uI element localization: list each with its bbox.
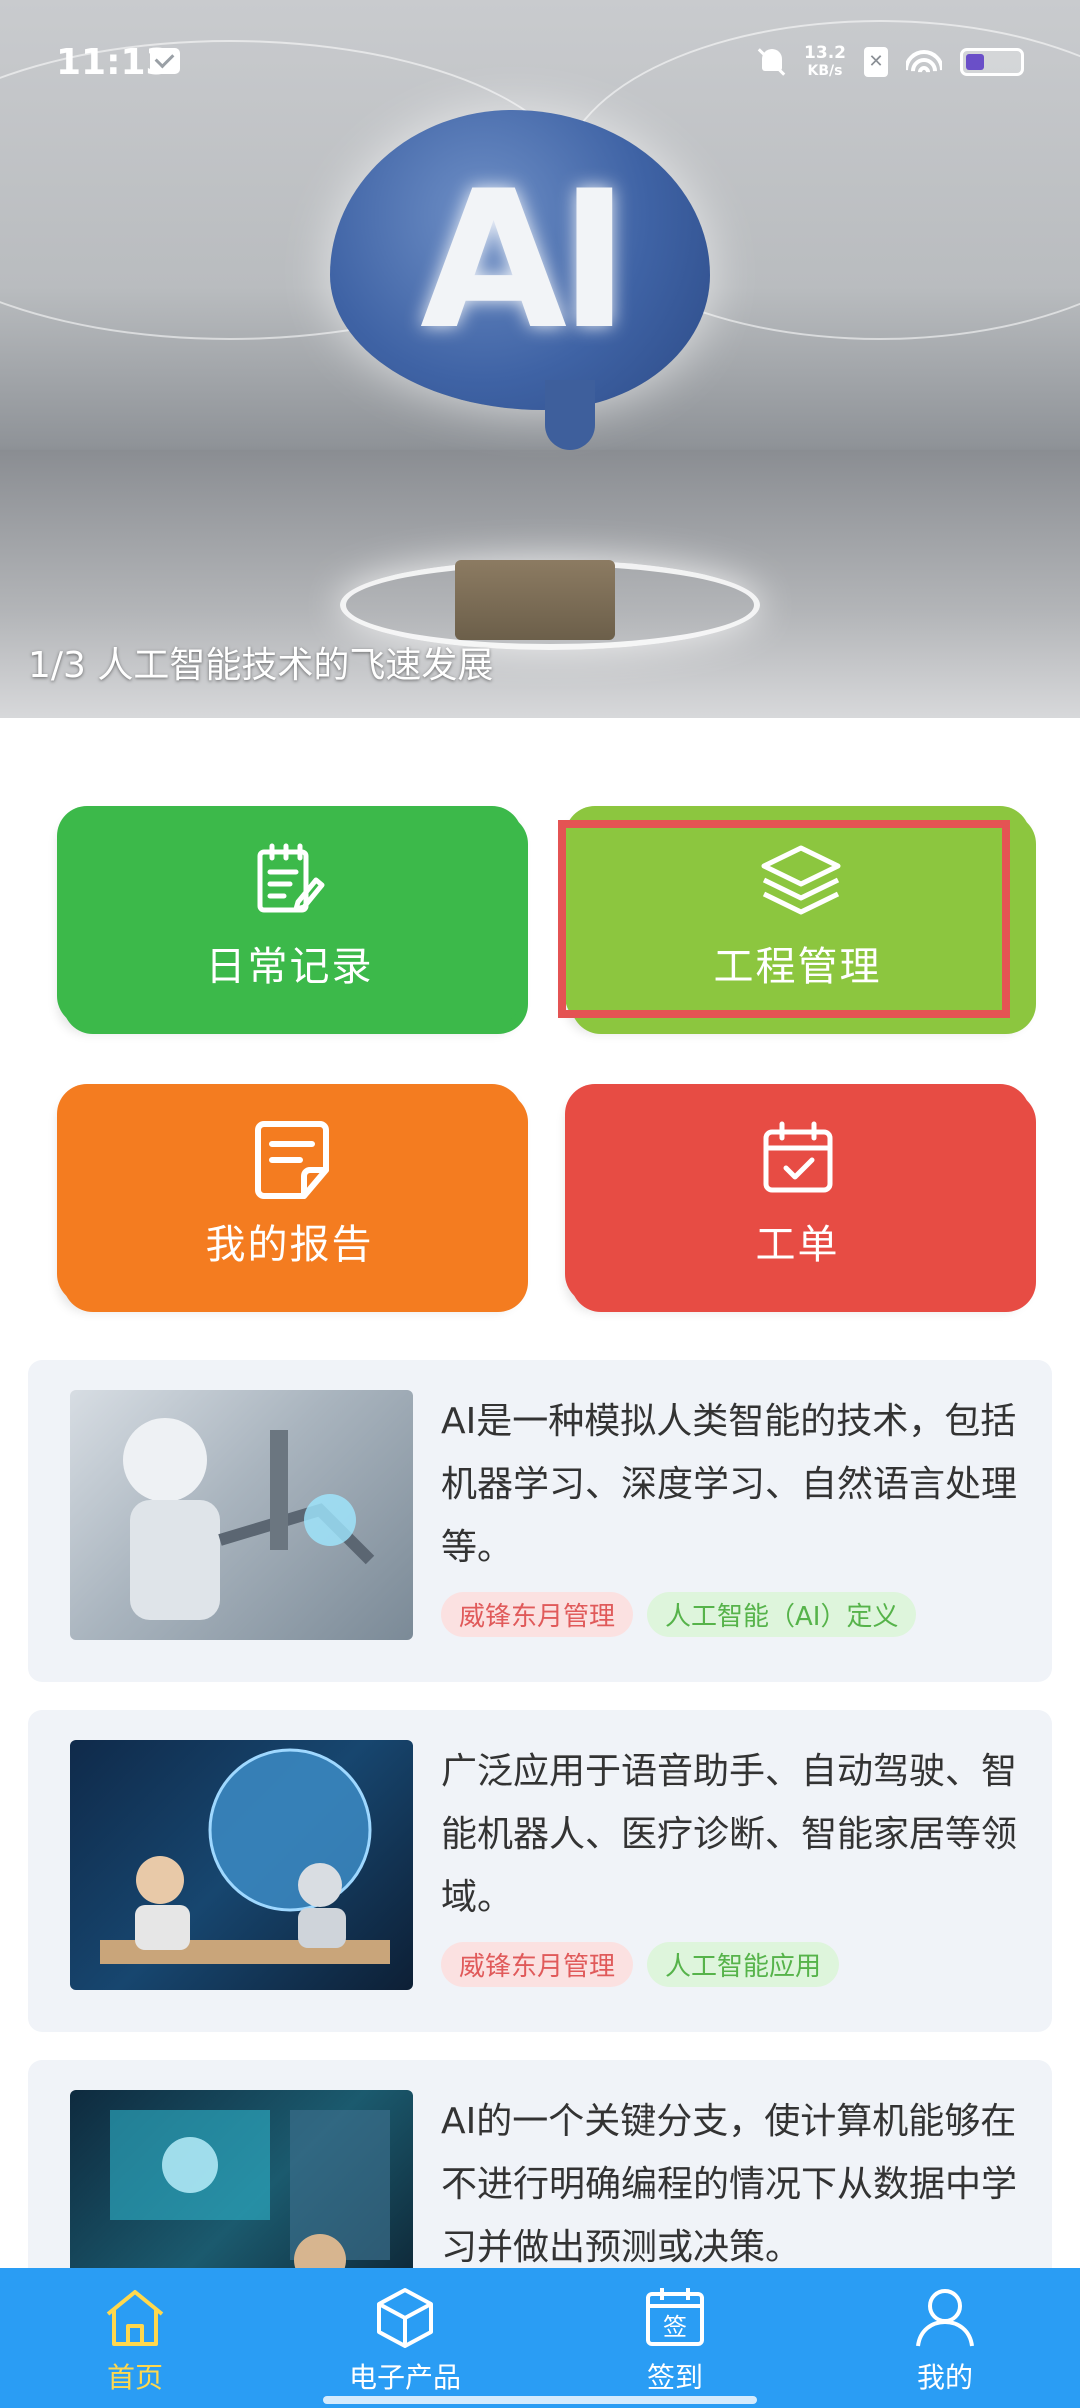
tag-author[interactable]: 威锋东月管理 — [441, 1592, 634, 1637]
article-image-globe — [70, 1740, 413, 1990]
sign-in-icon: 签 — [642, 2284, 708, 2350]
battery-icon — [960, 48, 1024, 76]
user-icon — [912, 2284, 978, 2350]
ai-logo-text: AI — [420, 150, 630, 371]
tag-category[interactable]: 人工智能（AI）定义 — [647, 1592, 917, 1637]
home-icon — [102, 2284, 168, 2350]
box-icon — [372, 2284, 438, 2350]
tile-work-order[interactable]: 工单 — [565, 1084, 1030, 1304]
tile-label: 工程管理 — [713, 944, 882, 990]
tile-label: 日常记录 — [205, 944, 374, 990]
message-notification-icon — [150, 48, 180, 74]
nav-label: 我的 — [916, 2361, 973, 2394]
bell-off-icon — [758, 47, 786, 77]
tag-list: 威锋东月管理 人工智能（AI）定义 — [441, 1592, 917, 1637]
article-image-robot — [70, 1390, 413, 1640]
tag-author[interactable]: 威锋东月管理 — [441, 1942, 634, 1987]
brain-stem — [545, 380, 595, 450]
tag-list: 威锋东月管理 人工智能应用 — [441, 1942, 840, 1987]
svg-text:签: 签 — [663, 2313, 687, 2341]
nav-label: 首页 — [106, 2361, 163, 2394]
tile-my-report[interactable]: 我的报告 — [57, 1084, 522, 1304]
layers-icon — [758, 840, 840, 920]
calendar-check-icon — [758, 1118, 838, 1198]
article-summary: 广泛应用于语音助手、自动驾驶、智能机器人、医疗诊断、智能家居等领域。 — [441, 1751, 1018, 1918]
tag-category[interactable]: 人工智能应用 — [647, 1942, 840, 1987]
article-summary: AI是一种模拟人类智能的技术，包括机器学习、深度学习、自然语言处理等。 — [441, 1401, 1018, 1568]
article-summary: AI的一个关键分支，使计算机能够在不进行明确编程的情况下从数据中学习并做出预测或… — [441, 2101, 1018, 2268]
battery-level — [966, 54, 984, 70]
banner-caption: 1/3 人工智能技术的飞速发展 — [28, 645, 494, 686]
clipboard-edit-icon — [250, 840, 330, 920]
nav-label: 签到 — [646, 2361, 703, 2394]
nav-mine[interactable]: 我的 — [810, 2268, 1080, 2408]
wifi-icon — [906, 48, 942, 76]
tile-daily-record[interactable]: 日常记录 — [57, 806, 522, 1026]
status-icons: 13.2 KB/s ✕ — [758, 40, 1024, 84]
pedestal — [455, 560, 615, 640]
status-bar: 11:13 13.2 KB/s ✕ — [0, 0, 1080, 125]
no-sim-icon: ✕ — [864, 47, 888, 77]
nav-label: 电子产品 — [348, 2361, 461, 2394]
tile-project-management[interactable]: 工程管理 — [565, 806, 1030, 1026]
article-card[interactable]: 广泛应用于语音助手、自动驾驶、智能机器人、医疗诊断、智能家居等领域。 威锋东月管… — [28, 1710, 1052, 2032]
tile-label: 工单 — [755, 1222, 840, 1268]
network-speed-unit: KB/s — [807, 63, 843, 79]
gesture-bar[interactable] — [323, 2396, 757, 2404]
network-speed-value: 13.2 — [804, 43, 846, 63]
article-card[interactable]: AI是一种模拟人类智能的技术，包括机器学习、深度学习、自然语言处理等。 威锋东月… — [28, 1360, 1052, 1682]
tile-label: 我的报告 — [205, 1222, 374, 1268]
bottom-nav: 首页 电子产品 签 签到 我的 — [0, 2268, 1080, 2408]
nav-electronics[interactable]: 电子产品 — [270, 2268, 540, 2408]
network-speed: 13.2 KB/s — [804, 44, 846, 80]
nav-home[interactable]: 首页 — [0, 2268, 270, 2408]
note-icon — [250, 1118, 330, 1199]
nav-sign-in[interactable]: 签 签到 — [540, 2268, 810, 2408]
